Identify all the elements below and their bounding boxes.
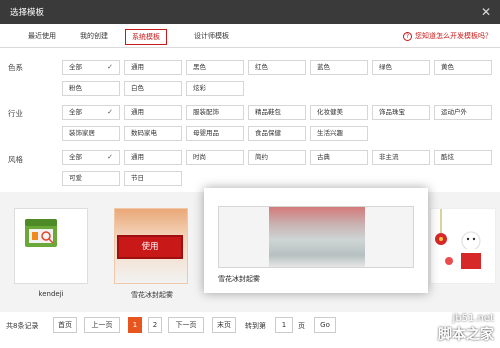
chip-color-all[interactable]: 全部 ✓ [62, 60, 120, 75]
use-template-button[interactable]: 使用 [117, 235, 183, 259]
chip-industry-outdoor[interactable]: 运动户外 [434, 105, 492, 120]
chip-industry-food[interactable]: 食品保健 [248, 126, 306, 141]
page-1-button[interactable]: 1 [128, 317, 142, 333]
chip-color-blue[interactable]: 蓝色 [310, 60, 368, 75]
help-icon: ? [403, 31, 412, 41]
template-thumbnail-kendeji[interactable] [14, 208, 88, 284]
chip-style-alternative[interactable]: 非主流 [372, 150, 430, 165]
preview-title: 雪花冰封起雾 [218, 275, 260, 283]
chip-style-holiday[interactable]: 节日 [124, 171, 182, 186]
chip-style-classic[interactable]: 古典 [310, 150, 368, 165]
check-icon: ✓ [107, 108, 113, 116]
chip-style-fashion[interactable]: 时尚 [186, 150, 244, 165]
chip-color-general[interactable]: 通用 [124, 60, 182, 75]
check-icon: ✓ [107, 63, 113, 71]
help-link[interactable]: ? 您知道怎么开发模板吗？ [403, 31, 492, 41]
filter-label-color: 色系 [8, 63, 23, 72]
chip-label: 全部 [69, 153, 82, 161]
preview-image-frame [218, 206, 414, 268]
chip-industry-all[interactable]: 全部 ✓ [62, 105, 120, 120]
template-thumbnail-christmas[interactable] [430, 208, 496, 284]
page-unit-label: 页 [298, 322, 305, 330]
close-icon[interactable]: ✕ [478, 4, 494, 20]
chip-style-all[interactable]: 全部 ✓ [62, 150, 120, 165]
prev-page-button[interactable]: 上一页 [84, 317, 120, 333]
filter-label-industry: 行业 [8, 109, 23, 118]
chip-industry-general[interactable]: 通用 [124, 105, 182, 120]
chip-color-white[interactable]: 白色 [124, 81, 182, 96]
chip-color-pink[interactable]: 粉色 [62, 81, 120, 96]
record-count: 共8条记录 [6, 322, 39, 330]
go-button[interactable]: Go [314, 317, 336, 333]
chip-style-simple[interactable]: 简约 [248, 150, 306, 165]
chip-industry-baby[interactable]: 母婴用品 [186, 126, 244, 141]
chip-industry-hobby[interactable]: 生活兴趣 [310, 126, 368, 141]
chip-style-cool[interactable]: 酷炫 [434, 150, 492, 165]
christmas-preview-icon [435, 209, 481, 269]
last-page-button[interactable]: 末页 [212, 317, 236, 333]
tab-bar: 最近使用 我的创建 系统模板 设计师模板 ? 您知道怎么开发模板吗？ [0, 24, 500, 48]
first-page-button[interactable]: 首页 [53, 317, 77, 333]
filter-label-style: 风格 [8, 155, 23, 164]
pagination: 共8条记录 首页 上一页 1 2 下一页 末页 转到第 1 页 Go [0, 316, 500, 336]
chip-label: 全部 [69, 63, 82, 71]
page-2-button[interactable]: 2 [148, 317, 162, 333]
chip-style-cute[interactable]: 可爱 [62, 171, 120, 186]
chip-industry-apparel[interactable]: 服装配饰 [186, 105, 244, 120]
next-page-button[interactable]: 下一页 [168, 317, 204, 333]
help-link-text: 您知道怎么开发模板吗？ [415, 32, 492, 40]
template-preview-popup: 雪花冰封起雾 [204, 188, 428, 293]
chip-label: 全部 [69, 108, 82, 116]
tab-recent[interactable]: 最近使用 [28, 31, 56, 41]
chip-industry-cosmetics[interactable]: 化妆健美 [310, 105, 368, 120]
goto-label: 转到第 [245, 322, 266, 330]
chip-color-black[interactable]: 黑色 [186, 60, 244, 75]
tab-designer-templates[interactable]: 设计师模板 [194, 31, 229, 41]
chip-industry-shoes-bags[interactable]: 精品鞋包 [248, 105, 306, 120]
chip-style-general[interactable]: 通用 [124, 150, 182, 165]
chip-color-red[interactable]: 红色 [248, 60, 306, 75]
chip-industry-digital[interactable]: 数码家电 [124, 126, 182, 141]
window-title: 选择模板 [10, 8, 45, 18]
chip-industry-jewelry[interactable]: 饰品珠宝 [372, 105, 430, 120]
template-name-kendeji: kendeji [38, 290, 64, 298]
template-thumbnail-snow[interactable]: 使用 [114, 208, 188, 284]
chip-industry-home[interactable]: 装饰家居 [62, 126, 120, 141]
page-number-input[interactable]: 1 [275, 317, 293, 333]
preview-image [269, 207, 365, 267]
check-icon: ✓ [107, 153, 113, 161]
watermark: jb51.net 脚本之家 [438, 313, 494, 344]
template-name-snow: 雪花冰封起雾 [131, 291, 173, 299]
tab-my-created[interactable]: 我的创建 [80, 31, 108, 41]
chip-color-colorful[interactable]: 炫彩 [186, 81, 244, 96]
chip-color-green[interactable]: 绿色 [372, 60, 430, 75]
template-preview-icon [15, 209, 87, 283]
watermark-site: jb51.net [452, 313, 494, 324]
watermark-name: 脚本之家 [438, 327, 494, 343]
title-bar: 选择模板 ✕ [0, 0, 500, 24]
chip-color-yellow[interactable]: 黄色 [434, 60, 492, 75]
tab-system-templates[interactable]: 系统模板 [125, 29, 167, 45]
